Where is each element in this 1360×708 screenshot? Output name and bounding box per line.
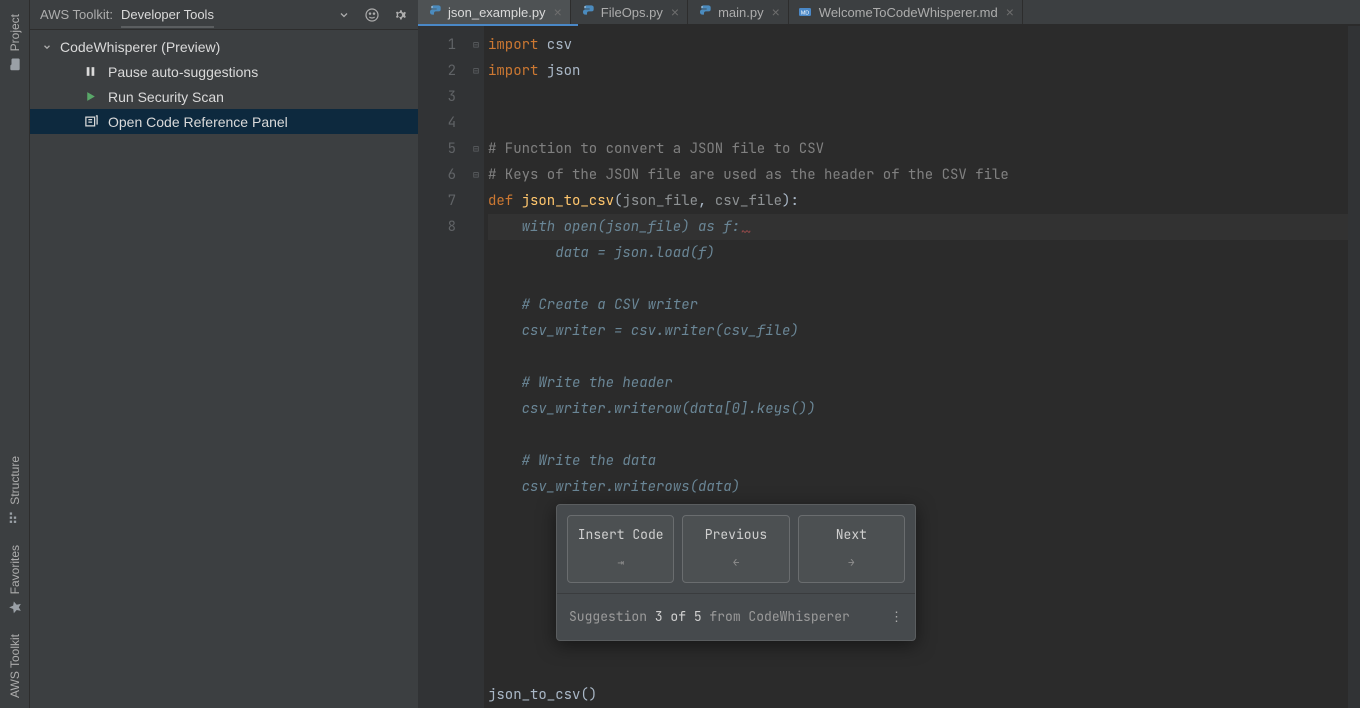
tab-main[interactable]: main.py × xyxy=(688,0,789,24)
insert-code-button[interactable]: Insert Code ⇥ xyxy=(567,515,674,583)
editor-tabs: json_example.py × FileOps.py × main.py × xyxy=(418,0,1360,24)
feedback-icon[interactable] xyxy=(364,7,380,23)
fold-marker-icon[interactable]: ⊟ xyxy=(468,162,484,188)
tab-welcome-md[interactable]: MD WelcomeToCodeWhisperer.md × xyxy=(789,0,1023,24)
previous-label: Previous xyxy=(705,522,767,548)
suggestion-status: Suggestion 3 of 5 from CodeWhisperer ⋮ xyxy=(557,593,915,640)
insert-code-label: Insert Code xyxy=(578,522,664,548)
tab-label: WelcomeToCodeWhisperer.md xyxy=(819,5,998,20)
close-icon[interactable]: × xyxy=(671,4,679,20)
python-file-icon xyxy=(696,4,712,20)
previous-button[interactable]: Previous ← xyxy=(682,515,789,583)
tree-item-security-scan[interactable]: Run Security Scan xyxy=(30,84,418,109)
tree-item-label: Run Security Scan xyxy=(108,89,224,105)
svg-text:MD: MD xyxy=(801,11,809,17)
rail-tab-aws-toolkit[interactable]: AWS Toolkit xyxy=(8,624,22,708)
tree-root-label: CodeWhisperer (Preview) xyxy=(60,39,220,55)
pause-icon xyxy=(84,65,102,78)
rail-aws-toolkit-label: AWS Toolkit xyxy=(8,634,22,698)
arrow-left-icon: ← xyxy=(733,550,740,576)
close-icon[interactable]: × xyxy=(554,4,562,20)
tree-item-code-reference[interactable]: Open Code Reference Panel xyxy=(30,109,418,134)
panel-title-tab[interactable]: Developer Tools xyxy=(121,7,214,28)
next-label: Next xyxy=(836,522,867,548)
play-icon xyxy=(84,90,102,103)
fold-marker-icon[interactable]: ⊟ xyxy=(468,136,484,162)
chevron-down-icon[interactable] xyxy=(336,7,352,23)
expand-collapse-icon[interactable] xyxy=(42,42,56,52)
fold-gutter: ⊟ ⊟ ⊟ ⊟ xyxy=(468,26,484,708)
python-file-icon xyxy=(426,4,442,20)
tab-fileops[interactable]: FileOps.py × xyxy=(571,0,688,24)
editor-area: json_example.py × FileOps.py × main.py × xyxy=(418,0,1360,708)
next-button[interactable]: Next → xyxy=(798,515,905,583)
star-icon xyxy=(8,600,22,614)
fold-marker-icon[interactable]: ⊟ xyxy=(468,32,484,58)
markdown-file-icon: MD xyxy=(797,4,813,20)
rail-tab-project[interactable]: Project xyxy=(8,4,22,81)
folder-icon xyxy=(8,57,22,71)
rail-tab-favorites[interactable]: Favorites xyxy=(8,535,22,624)
aws-toolkit-header: AWS Toolkit: Developer Tools xyxy=(30,0,418,30)
tab-label: FileOps.py xyxy=(601,5,663,20)
tab-json-example[interactable]: json_example.py × xyxy=(418,0,571,24)
line-number-gutter: 1 2 3 4 5 6 7 8 xyxy=(418,26,468,708)
tree-item-label: Open Code Reference Panel xyxy=(108,114,288,130)
more-options-icon[interactable]: ⋮ xyxy=(890,604,903,630)
close-icon[interactable]: × xyxy=(772,4,780,20)
editor-scrollbar[interactable] xyxy=(1348,26,1360,708)
code-content[interactable]: import csv import json # Function to con… xyxy=(484,26,1348,708)
rail-project-label: Project xyxy=(8,14,22,51)
reference-panel-icon xyxy=(84,114,102,129)
structure-icon xyxy=(8,511,22,525)
rail-tab-structure[interactable]: Structure xyxy=(8,446,22,535)
tool-tree: CodeWhisperer (Preview) Pause auto-sugge… xyxy=(30,30,418,138)
close-icon[interactable]: × xyxy=(1006,4,1014,20)
python-file-icon xyxy=(579,4,595,20)
fold-marker-icon[interactable]: ⊟ xyxy=(468,58,484,84)
arrow-right-icon: → xyxy=(848,550,855,576)
panel-title-prefix: AWS Toolkit: xyxy=(40,7,113,22)
tree-root-codewhisperer[interactable]: CodeWhisperer (Preview) xyxy=(30,34,418,59)
left-tool-rail: Project Structure Favorites AWS Toolkit xyxy=(0,0,30,708)
tree-item-pause[interactable]: Pause auto-suggestions xyxy=(30,59,418,84)
tab-key-icon: ⇥ xyxy=(617,550,624,576)
code-editor[interactable]: 1 2 3 4 5 6 7 8 ⊟ ⊟ ⊟ ⊟ xyxy=(418,26,1360,708)
tree-item-label: Pause auto-suggestions xyxy=(108,64,258,80)
gear-icon[interactable] xyxy=(392,7,408,23)
rail-favorites-label: Favorites xyxy=(8,545,22,594)
rail-structure-label: Structure xyxy=(8,456,22,505)
typo-underline: ~~ xyxy=(740,225,752,238)
suggestion-overlay: Insert Code ⇥ Previous ← Next → xyxy=(556,504,916,641)
tab-label: json_example.py xyxy=(448,5,546,20)
aws-toolkit-panel: AWS Toolkit: Developer Tools xyxy=(30,0,418,708)
main-area: AWS Toolkit: Developer Tools xyxy=(30,0,1360,708)
tab-label: main.py xyxy=(718,5,764,20)
